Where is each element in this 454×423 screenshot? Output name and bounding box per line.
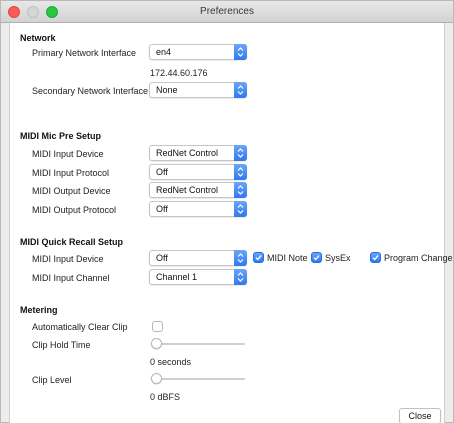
sysex-label: SysEx <box>325 253 351 263</box>
midi-note-label: MIDI Note <box>267 253 308 263</box>
sysex-checkbox[interactable] <box>311 252 322 263</box>
preferences-window: Preferences Network Primary Network Inte… <box>0 0 454 423</box>
mic-pre-input-device-value: RedNet Control <box>156 148 219 158</box>
slider-track <box>151 343 245 345</box>
chevron-updown-icon <box>234 269 247 285</box>
program-change-label: Program Change <box>384 253 453 263</box>
clip-level-label: Clip Level <box>32 375 72 385</box>
midi-note-checkbox[interactable] <box>253 252 264 263</box>
slider-knob[interactable] <box>151 373 162 384</box>
mic-pre-input-device-select[interactable]: RedNet Control <box>149 145 247 161</box>
mic-pre-input-device-label: MIDI Input Device <box>32 149 104 159</box>
chevron-updown-icon <box>234 164 247 180</box>
network-heading: Network <box>20 33 56 43</box>
program-change-checkbox[interactable] <box>370 252 381 263</box>
primary-network-interface-label: Primary Network Interface <box>32 48 137 58</box>
quick-recall-input-device-select[interactable]: Off <box>149 250 247 266</box>
checkmark-icon <box>313 255 320 261</box>
mic-pre-input-protocol-select[interactable]: Off <box>149 164 247 180</box>
slider-track <box>151 378 245 380</box>
clip-hold-time-readout: 0 seconds <box>150 357 192 367</box>
mic-pre-output-protocol-label: MIDI Output Protocol <box>32 205 117 215</box>
quick-recall-input-channel-select[interactable]: Channel 1 <box>149 269 247 285</box>
mic-pre-output-protocol-value: Off <box>156 204 168 214</box>
chevron-updown-icon <box>234 82 247 98</box>
chevron-updown-icon <box>234 44 247 60</box>
secondary-network-interface-label: Secondary Network Interface <box>32 86 149 96</box>
checkmark-icon <box>255 255 262 261</box>
mic-pre-output-protocol-select[interactable]: Off <box>149 201 247 217</box>
mic-pre-input-protocol-label: MIDI Input Protocol <box>32 168 110 178</box>
metering-heading: Metering <box>20 305 58 315</box>
midi-quick-recall-heading: MIDI Quick Recall Setup <box>20 237 124 247</box>
window-title: Preferences <box>200 6 254 17</box>
quick-recall-input-channel-label: MIDI Input Channel <box>32 273 110 283</box>
auto-clear-clip-label: Automatically Clear Clip <box>32 322 128 332</box>
title-bar[interactable]: Preferences <box>1 1 453 23</box>
ip-address: 172.44.60.176 <box>150 68 208 78</box>
quick-recall-input-device-value: Off <box>156 253 168 263</box>
primary-network-interface-value: en4 <box>156 47 172 57</box>
quick-recall-input-channel-value: Channel 1 <box>156 272 198 282</box>
clip-level-readout: 0 dBFS <box>150 392 181 402</box>
quick-recall-input-device-label: MIDI Input Device <box>32 254 104 264</box>
mic-pre-output-device-select[interactable]: RedNet Control <box>149 182 247 198</box>
clip-hold-time-slider[interactable] <box>151 338 245 350</box>
auto-clear-clip-checkbox[interactable] <box>152 321 163 332</box>
preferences-content: Network Primary Network Interface en4 17… <box>9 23 453 423</box>
mic-pre-input-protocol-value: Off <box>156 167 168 177</box>
close-button[interactable]: Close <box>399 408 441 423</box>
clip-hold-time-label: Clip Hold Time <box>32 340 91 350</box>
clip-level-slider[interactable] <box>151 373 245 385</box>
checkmark-icon <box>372 255 379 261</box>
chevron-updown-icon <box>234 182 247 198</box>
chevron-updown-icon <box>234 145 247 161</box>
primary-network-interface-select[interactable]: en4 <box>149 44 247 60</box>
mic-pre-output-device-value: RedNet Control <box>156 185 219 195</box>
chevron-updown-icon <box>234 201 247 217</box>
secondary-network-interface-value: None <box>156 85 178 95</box>
slider-knob[interactable] <box>151 338 162 349</box>
chevron-updown-icon <box>234 250 247 266</box>
secondary-network-interface-select[interactable]: None <box>149 82 247 98</box>
midi-mic-pre-heading: MIDI Mic Pre Setup <box>20 131 102 141</box>
mic-pre-output-device-label: MIDI Output Device <box>32 186 111 196</box>
